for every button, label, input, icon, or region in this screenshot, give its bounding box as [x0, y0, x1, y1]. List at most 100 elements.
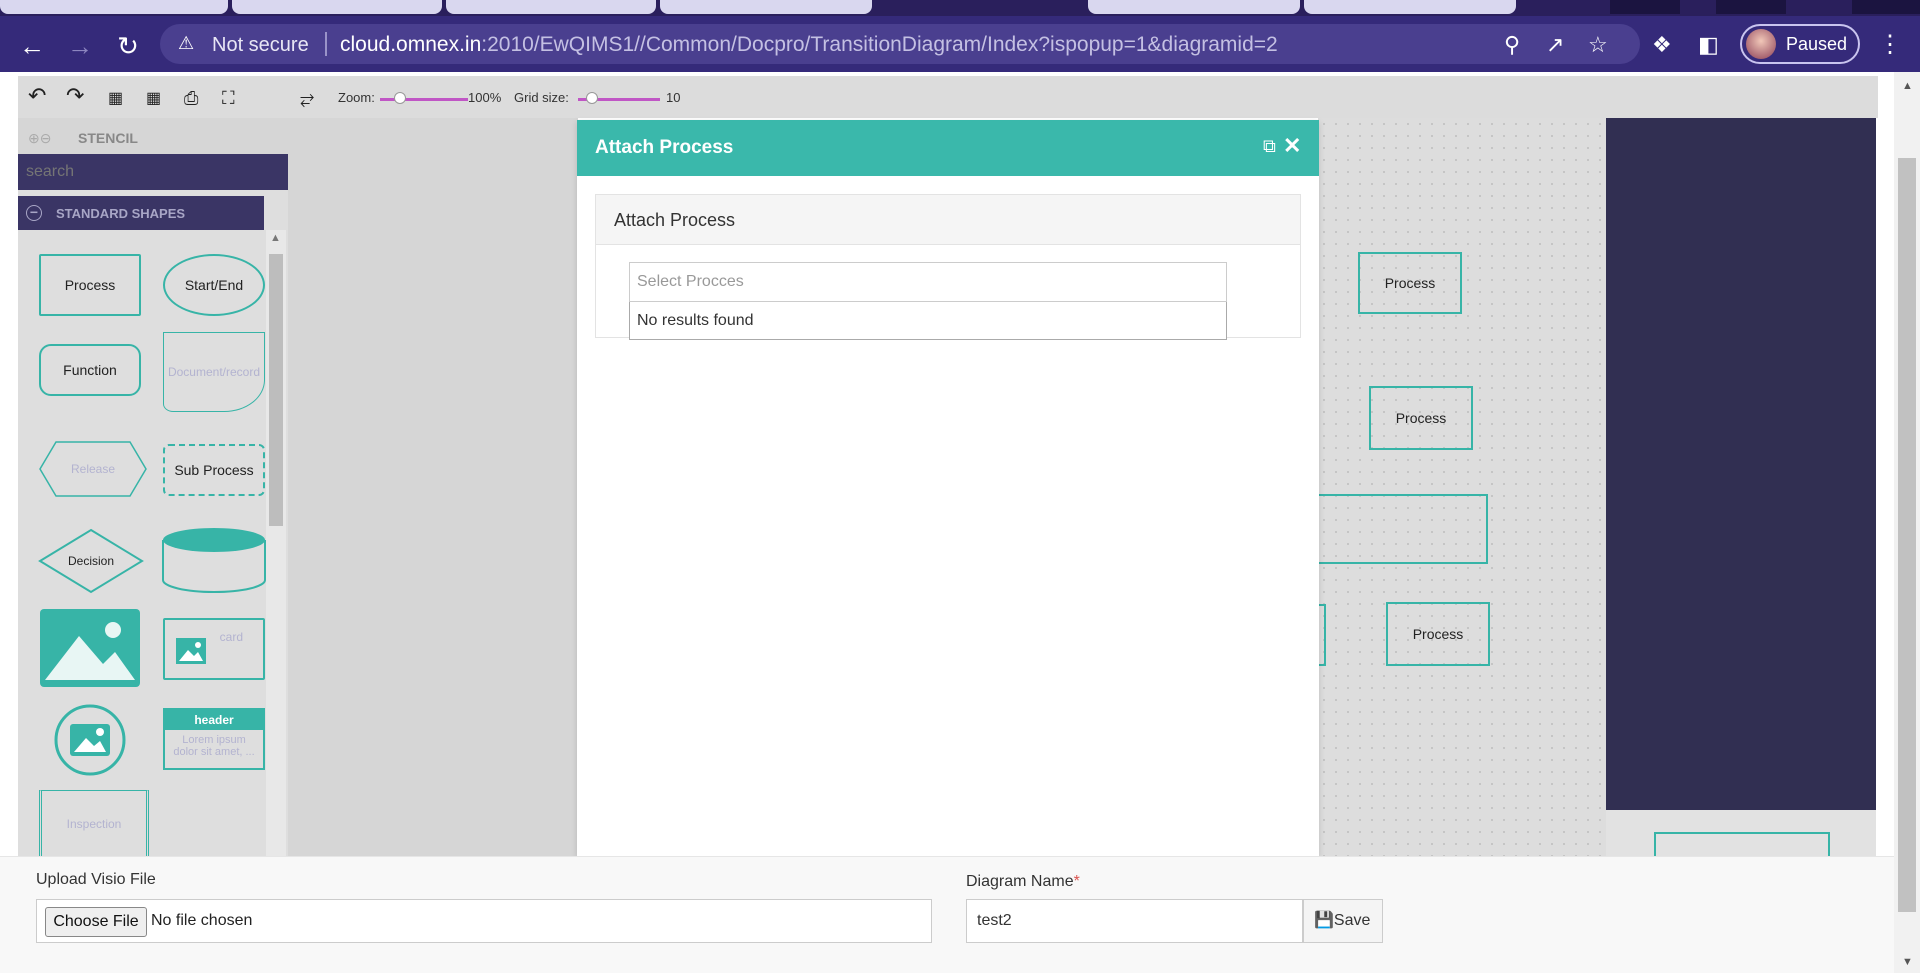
redo-icon[interactable]: ↷ — [66, 85, 84, 107]
shape-inspection[interactable]: Inspection — [39, 790, 149, 856]
scrollbar-thumb[interactable] — [1898, 158, 1916, 912]
shape-label: Start/End — [184, 277, 244, 293]
canvas-node[interactable] — [1318, 494, 1488, 564]
panel-heading: Attach Process — [596, 195, 1300, 245]
collapse-icon: − — [26, 205, 42, 221]
address-bar: ← → ↻ ⚠ Not secure cloud.omnex.in:2010/E… — [0, 16, 1920, 72]
circle-image-icon[interactable] — [54, 704, 126, 776]
stencil-scrollbar[interactable]: ▲ — [266, 230, 286, 856]
shape-database[interactable] — [161, 526, 267, 594]
navigator-viewport[interactable] — [1654, 832, 1830, 856]
forward-icon[interactable]: → — [62, 28, 98, 64]
shape-header-body: Lorem ipsum dolor sit amet, ... — [173, 734, 255, 758]
canvas-node-label: Process — [1412, 626, 1464, 642]
browser-menu-icon[interactable]: ⋮ — [1878, 30, 1902, 59]
fit-to-screen-icon[interactable]: ⥂ — [300, 87, 314, 109]
grid-size-slider-handle[interactable] — [586, 92, 598, 104]
shape-sub-process[interactable]: Sub Process — [163, 444, 265, 496]
shape-label: Release — [71, 462, 115, 476]
browser-tab-strip — [0, 0, 1920, 16]
shape-label: Function — [63, 362, 117, 378]
shape-document[interactable]: Document/record — [163, 332, 265, 412]
fullscreen-icon[interactable]: ⛶ — [222, 87, 235, 109]
save-icon: 💾 — [1314, 912, 1334, 929]
panel-title: Attach Process — [614, 210, 736, 230]
browser-tab[interactable] — [446, 0, 656, 14]
standard-shapes-group[interactable]: − STANDARD SHAPES — [18, 196, 264, 230]
shape-label: Process — [64, 277, 116, 293]
side-panel-icon[interactable]: ◧ — [1698, 32, 1719, 58]
profile-button[interactable]: Paused — [1740, 24, 1860, 64]
zoom-icon[interactable]: ⚲ — [1504, 32, 1520, 58]
scroll-up-icon[interactable]: ▲ — [1902, 80, 1913, 92]
grid-size-label: Grid size: — [514, 90, 569, 105]
profile-status: Paused — [1786, 34, 1848, 54]
canvas-node-label: Process — [1384, 275, 1436, 291]
shape-release[interactable]: Release — [38, 440, 148, 498]
shape-function[interactable]: Function — [39, 344, 141, 396]
image-icon[interactable] — [39, 608, 141, 688]
url-path: :2010/EwQIMS1//Common/Docpro/TransitionD… — [481, 33, 1278, 56]
shape-process[interactable]: Process — [39, 254, 141, 316]
upload-label: Upload Visio File — [36, 871, 156, 888]
avatar — [1746, 29, 1776, 59]
print-icon[interactable]: ⎙ — [184, 87, 198, 109]
shape-header: header — [165, 710, 263, 730]
url-host: cloud.omnex.in — [340, 33, 482, 56]
shape-start-end[interactable]: Start/End — [163, 254, 265, 316]
reload-icon[interactable]: ↻ — [110, 28, 146, 64]
diagram-name-label-text: Diagram Name — [966, 873, 1074, 890]
canvas-node[interactable]: Process — [1358, 252, 1462, 314]
properties-panel — [1606, 118, 1876, 810]
url-text[interactable]: cloud.omnex.in:2010/EwQIMS1//Common/Docp… — [340, 33, 1278, 57]
browser-tab[interactable] — [0, 0, 228, 14]
navigator-panel — [1606, 810, 1876, 856]
browser-tab[interactable] — [1304, 0, 1516, 14]
choose-file-button[interactable]: Choose File — [45, 907, 147, 937]
shape-decision[interactable]: Decision — [38, 528, 144, 594]
group-label: STANDARD SHAPES — [56, 206, 186, 221]
scrollbar-thumb[interactable] — [269, 254, 283, 526]
tab-strip-control — [1610, 0, 1680, 14]
expand-collapse-icon[interactable]: ⊕⊖ — [28, 130, 51, 147]
canvas-node[interactable] — [1318, 604, 1326, 666]
select-no-results: No results found — [629, 302, 1227, 340]
url-bar[interactable]: ⚠ Not secure cloud.omnex.in:2010/EwQIMS1… — [160, 24, 1640, 64]
shape-label: Document/record — [167, 365, 261, 379]
close-icon[interactable]: ✕ — [1283, 133, 1301, 159]
scroll-up-icon[interactable]: ▲ — [270, 232, 281, 244]
browser-tab[interactable] — [660, 0, 872, 14]
canvas-node[interactable]: Process — [1369, 386, 1473, 450]
zoom-slider-handle[interactable] — [394, 92, 406, 104]
modal-header: Attach Process ⧉ ✕ — [577, 120, 1319, 176]
zoom-label: Zoom: — [338, 90, 375, 105]
back-icon[interactable]: ← — [14, 28, 50, 64]
stencil-header: ⊕⊖ STENCIL — [18, 118, 288, 154]
stencil-search-input[interactable] — [18, 154, 288, 190]
diagram-name-input[interactable] — [966, 899, 1303, 943]
save-label: Save — [1333, 912, 1371, 929]
tab-strip-control — [1852, 0, 1920, 14]
file-status: No file chosen — [151, 912, 253, 929]
diagram-canvas[interactable]: Process Process Process — [1318, 118, 1606, 856]
process-select[interactable]: Select Procces — [629, 262, 1227, 302]
diagram-canvas-left[interactable] — [288, 118, 578, 856]
upload-visio-file-field[interactable]: Choose File No file chosen — [36, 899, 932, 943]
canvas-node[interactable]: Process — [1386, 602, 1490, 666]
export-svg-icon[interactable]: ▦ — [108, 88, 123, 110]
browser-tab[interactable] — [232, 0, 442, 14]
browser-tab[interactable] — [1088, 0, 1300, 14]
scroll-down-icon[interactable]: ▼ — [1902, 956, 1913, 968]
save-button[interactable]: 💾Save — [1303, 899, 1383, 943]
share-icon[interactable]: ↗ — [1546, 32, 1564, 58]
page-scrollbar[interactable]: ▲ ▼ — [1894, 72, 1920, 973]
canvas-node-label: Process — [1395, 410, 1447, 426]
shape-header-card[interactable]: header Lorem ipsum dolor sit amet, ... — [163, 708, 265, 770]
bookmark-star-icon[interactable]: ☆ — [1588, 32, 1608, 58]
export-png-icon[interactable]: ▦ — [146, 88, 161, 110]
undo-icon[interactable]: ↶ — [28, 85, 46, 107]
modal-title: Attach Process — [595, 137, 734, 158]
extensions-icon[interactable]: ❖ — [1652, 32, 1672, 58]
diagram-name-label: Diagram Name* — [966, 873, 1080, 891]
popout-icon[interactable]: ⧉ — [1263, 136, 1276, 157]
